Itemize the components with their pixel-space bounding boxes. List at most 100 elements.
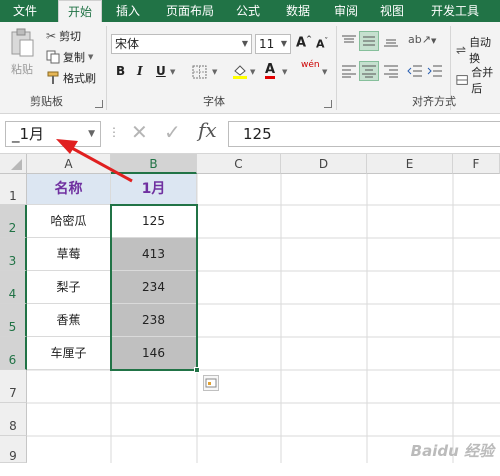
chevron-down-icon: ▼ [241, 39, 248, 48]
tab-insert[interactable]: 插入 [108, 0, 148, 22]
chevron-down-icon: ▼ [250, 68, 256, 76]
ribbon-tab-bar: 文件 开始 插入 页面布局 公式 数据 审阅 视图 开发工具 [0, 0, 500, 22]
align-bottom-icon[interactable] [383, 34, 399, 48]
quick-analysis-button[interactable] [203, 375, 219, 391]
clipboard-launcher-icon[interactable] [95, 100, 103, 108]
column-header-c[interactable]: C [197, 154, 281, 174]
tab-view[interactable]: 视图 [372, 0, 412, 22]
group-divider [336, 26, 337, 110]
paste-label: 粘贴 [11, 63, 33, 76]
font-size-value: 11 [259, 37, 275, 51]
formula-input[interactable]: 125 [228, 121, 500, 147]
group-divider [106, 26, 107, 110]
column-header-f[interactable]: F [453, 154, 500, 174]
merge-label: 合并后 [471, 66, 494, 95]
tab-data[interactable]: 数据 [278, 0, 318, 22]
format-painter-button[interactable]: 格式刷 [46, 70, 96, 86]
row-header-8[interactable]: 8 [0, 403, 27, 436]
font-group-label: 字体 [203, 95, 225, 108]
row-header-1[interactable]: 1 [0, 174, 27, 205]
column-header-d[interactable]: D [281, 154, 367, 174]
tab-file[interactable]: 文件 [0, 0, 50, 22]
chevron-down-icon: ▼ [322, 68, 328, 76]
ribbon-home: 粘贴 ✂ 剪切 复制 ▼ 格式刷 剪贴板 宋体 ▼ 11 ▼ A^ Aˇ B I… [0, 22, 500, 114]
increase-indent-icon[interactable] [427, 64, 443, 78]
chevron-down-icon: ▼ [430, 37, 437, 45]
format-painter-label: 格式刷 [63, 72, 96, 85]
scissors-icon: ✂ [46, 29, 57, 43]
name-box[interactable]: _1月 ▼ [5, 121, 101, 147]
copy-button[interactable]: 复制 ▼ [46, 49, 93, 65]
column-header-a[interactable]: A [27, 154, 111, 174]
merge-center-button[interactable]: 合并后 [456, 64, 500, 96]
font-launcher-icon[interactable] [324, 100, 332, 108]
enter-check-icon[interactable]: ✓ [164, 120, 181, 144]
fill-color-icon[interactable] [232, 63, 248, 79]
borders-icon[interactable] [192, 65, 208, 79]
align-right-icon[interactable] [383, 64, 399, 78]
underline-button[interactable]: U [156, 64, 166, 78]
watermark: Baidu 经验 [410, 442, 494, 460]
cancel-icon[interactable]: ✕ [131, 120, 148, 144]
row-header-6[interactable]: 6 [0, 337, 27, 370]
quick-analysis-icon [205, 378, 217, 388]
tab-page-layout[interactable]: 页面布局 [158, 0, 222, 22]
formula-bar: _1月 ▼ ⋮ ✕ ✓ fx 125 [0, 114, 500, 154]
worksheet-grid: A B C D E F 1 2 3 4 5 6 7 8 9 名称 1月 哈密瓜 … [0, 154, 500, 463]
chevron-down-icon: ▼ [170, 68, 176, 76]
font-name-dropdown[interactable]: 宋体 ▼ [111, 34, 252, 54]
orientation-button[interactable]: ab↗▼ [408, 33, 436, 46]
merge-cells-icon [456, 75, 468, 85]
paintbrush-icon [47, 71, 59, 84]
chevron-down-icon: ▼ [88, 53, 94, 61]
font-color-button[interactable]: A [265, 63, 276, 79]
name-box-value: _1月 [12, 125, 45, 143]
column-header-b[interactable]: B [111, 154, 197, 174]
font-size-dropdown[interactable]: 11 ▼ [255, 34, 291, 54]
bold-button[interactable]: B [116, 64, 125, 78]
formula-bar-grip-icon: ⋮ [108, 125, 120, 139]
row-header-3[interactable]: 3 [0, 238, 27, 271]
orientation-icon: ab↗ [408, 33, 431, 46]
fill-handle[interactable] [194, 367, 200, 373]
wrap-text-icon: ⇌ [456, 43, 467, 57]
align-center-button[interactable] [359, 61, 379, 81]
phonetic-label: wén [301, 60, 320, 70]
tab-formulas[interactable]: 公式 [228, 0, 268, 22]
cut-button[interactable]: ✂ 剪切 [46, 28, 81, 44]
chevron-down-icon: ▼ [212, 68, 218, 76]
row-header-4[interactable]: 4 [0, 271, 27, 304]
wrap-text-button[interactable]: ⇌ 自动换 [456, 34, 500, 66]
align-center-icon [362, 65, 376, 78]
grow-font-button[interactable]: A^ [296, 35, 312, 50]
copy-label: 复制 [63, 51, 85, 64]
decrease-indent-icon[interactable] [407, 64, 423, 78]
cut-label: 剪切 [59, 30, 82, 43]
clipboard-icon [11, 28, 34, 57]
tab-review[interactable]: 审阅 [326, 0, 366, 22]
clipboard-group-label: 剪贴板 [30, 95, 63, 108]
row-header-2[interactable]: 2 [0, 205, 27, 238]
phonetic-button[interactable]: wén [301, 60, 320, 70]
select-all-triangle-icon [11, 159, 22, 170]
shrink-font-button[interactable]: Aˇ [316, 37, 328, 51]
font-name-value: 宋体 [115, 37, 140, 51]
align-left-icon[interactable] [341, 64, 357, 78]
row-header-5[interactable]: 5 [0, 304, 27, 337]
alignment-group-label: 对齐方式 [412, 95, 456, 108]
chevron-down-icon: ▼ [280, 39, 287, 48]
grow-font-label: A [296, 35, 307, 51]
row-header-9[interactable]: 9 [0, 436, 27, 463]
paste-button[interactable]: 粘贴 [8, 28, 36, 77]
align-top-icon[interactable] [341, 34, 357, 48]
copy-icon [46, 50, 60, 64]
row-header-7[interactable]: 7 [0, 370, 27, 403]
tab-developer[interactable]: 开发工具 [422, 0, 488, 22]
italic-button[interactable]: I [137, 64, 143, 78]
grid-lines [27, 174, 500, 463]
select-all-corner[interactable] [0, 154, 27, 174]
align-middle-button[interactable] [359, 31, 379, 51]
tab-home[interactable]: 开始 [58, 0, 102, 22]
insert-function-button[interactable]: fx [198, 118, 217, 142]
column-header-e[interactable]: E [367, 154, 453, 174]
